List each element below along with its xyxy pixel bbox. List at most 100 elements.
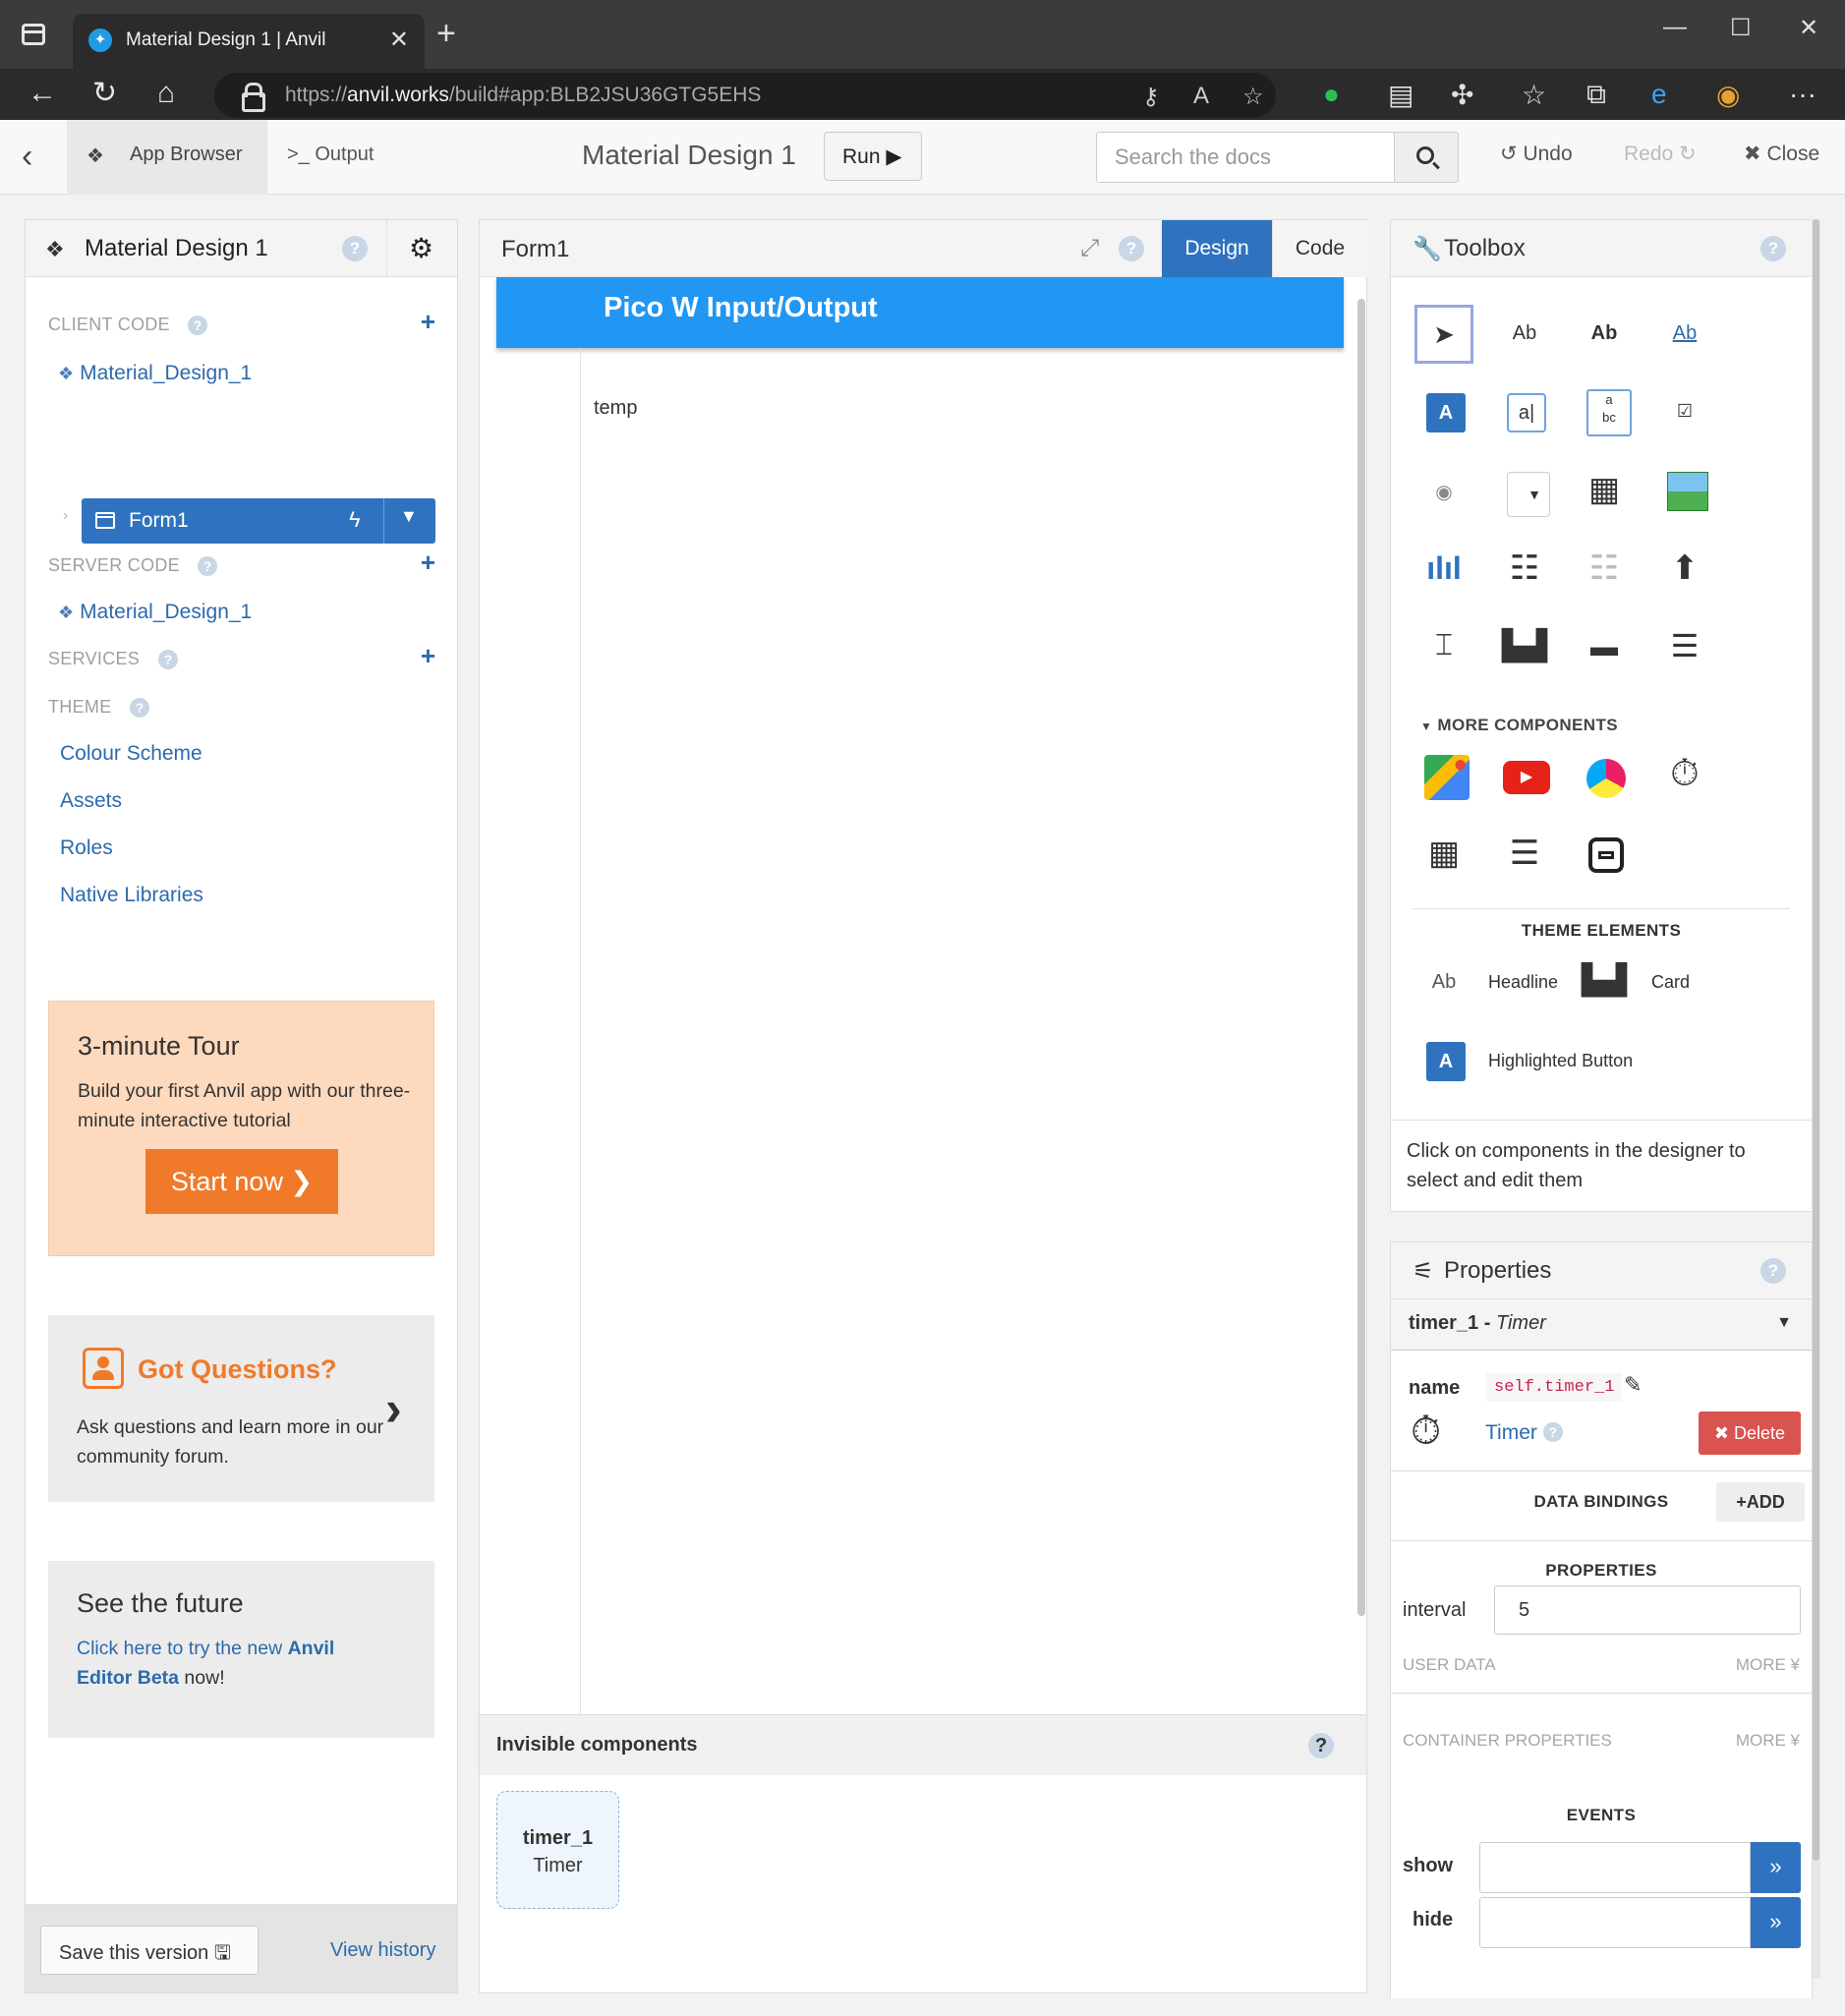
- highlighted-button-label[interactable]: Highlighted Button: [1488, 1051, 1633, 1071]
- add-binding-button[interactable]: +ADD: [1716, 1482, 1805, 1522]
- canvas-tool[interactable]: [1575, 747, 1634, 806]
- close-button[interactable]: ✖ Close: [1744, 142, 1819, 166]
- expand-chevron-icon[interactable]: ›: [63, 507, 68, 525]
- timer-doc-link[interactable]: Timer ?: [1485, 1421, 1563, 1445]
- view-history-link[interactable]: View history: [330, 1939, 435, 1962]
- expand-icon[interactable]: ⤢: [1080, 235, 1099, 262]
- minimize-icon[interactable]: —: [1663, 14, 1687, 41]
- card-label[interactable]: Card: [1651, 972, 1690, 993]
- chevron-down-icon[interactable]: ▼: [1776, 1314, 1792, 1332]
- theme-native-libraries-link[interactable]: Native Libraries: [60, 884, 203, 907]
- interval-input[interactable]: 5: [1494, 1585, 1801, 1635]
- home-icon[interactable]: ⌂: [157, 77, 175, 110]
- right-scrollbar[interactable]: [1812, 219, 1820, 1979]
- url-field[interactable]: https://anvil.works/build#app:BLB2JSU36G…: [214, 73, 1276, 118]
- client-module-item[interactable]: ❖ Material_Design_1: [58, 362, 252, 385]
- delete-button[interactable]: ✖ Delete: [1699, 1411, 1801, 1455]
- sidebar-item-form1[interactable]: Form1 ϟ ▼: [82, 498, 435, 544]
- repeating-panel-tool[interactable]: ☷: [1575, 541, 1634, 600]
- help-icon[interactable]: ?: [1760, 1258, 1786, 1284]
- edge-icon[interactable]: e: [1651, 79, 1667, 110]
- redo-button[interactable]: Redo ↻: [1624, 142, 1697, 166]
- hide-event-go-button[interactable]: »: [1751, 1897, 1801, 1948]
- help-icon[interactable]: ?: [1760, 236, 1786, 261]
- show-event-input[interactable]: [1479, 1842, 1751, 1893]
- tab-code[interactable]: Code: [1272, 220, 1367, 277]
- xypanel-tool[interactable]: ▦: [1414, 826, 1473, 885]
- settings-button[interactable]: ⚙: [386, 220, 457, 277]
- gridpanel-tool[interactable]: ▙▟: [1495, 619, 1554, 678]
- designer-scrollbar[interactable]: [1357, 299, 1365, 1616]
- add-service-button[interactable]: +: [421, 641, 435, 671]
- theme-assets-link[interactable]: Assets: [60, 789, 122, 813]
- highlighted-button-tool[interactable]: A: [1414, 1032, 1473, 1091]
- tab-design[interactable]: Design: [1162, 220, 1272, 277]
- theme-colour-scheme-link[interactable]: Colour Scheme: [60, 742, 202, 766]
- spacer-tool[interactable]: ⌶: [1414, 619, 1473, 678]
- reader-icon[interactable]: ▤: [1388, 79, 1413, 111]
- back-icon[interactable]: ←: [28, 77, 57, 110]
- close-tab-icon[interactable]: ✕: [389, 26, 409, 54]
- help-icon[interactable]: ?: [198, 556, 217, 576]
- image-tool[interactable]: [1655, 462, 1714, 521]
- textarea-tool[interactable]: a bc: [1575, 383, 1634, 442]
- beta-link[interactable]: Click here to try the new Anvil Editor B…: [77, 1634, 391, 1693]
- theme-roles-link[interactable]: Roles: [60, 836, 113, 860]
- link-tool[interactable]: Ab: [1655, 305, 1714, 364]
- scrollbar-thumb[interactable]: [1813, 219, 1819, 1861]
- help-icon[interactable]: ?: [188, 316, 207, 335]
- bold-label-tool[interactable]: Ab: [1575, 305, 1634, 364]
- browser-tab[interactable]: ✦ Material Design 1 | Anvil ✕: [73, 14, 425, 69]
- datepicker-tool[interactable]: ▦: [1575, 462, 1634, 521]
- help-icon[interactable]: ?: [130, 698, 149, 718]
- rich-text-tool[interactable]: [1575, 826, 1634, 885]
- user-data-more[interactable]: MORE ¥: [1736, 1655, 1800, 1675]
- google-map-tool[interactable]: ●: [1414, 747, 1473, 806]
- server-module-item[interactable]: ❖ Material_Design_1: [58, 601, 252, 624]
- refresh-icon[interactable]: ↻: [92, 77, 117, 110]
- button-tool[interactable]: A: [1414, 383, 1473, 442]
- columnpanel-tool[interactable]: ☰: [1655, 619, 1714, 678]
- component-selector[interactable]: timer_1 - Timer ▼: [1391, 1299, 1812, 1351]
- help-icon[interactable]: ?: [1119, 236, 1144, 261]
- headline-tool[interactable]: Ab: [1414, 953, 1473, 1012]
- run-button[interactable]: Run ▶: [824, 132, 922, 181]
- chevron-right-icon[interactable]: ›: [385, 1380, 402, 1437]
- read-aloud-icon[interactable]: A: [1193, 83, 1209, 110]
- favorites-icon[interactable]: ☆: [1522, 79, 1546, 111]
- maximize-icon[interactable]: ☐: [1730, 14, 1752, 42]
- show-event-go-button[interactable]: »: [1751, 1842, 1801, 1893]
- plot-tool[interactable]: ılıl: [1414, 541, 1473, 600]
- textbox-tool[interactable]: a|: [1495, 383, 1554, 442]
- add-client-code-button[interactable]: +: [421, 307, 435, 337]
- checkbox-tool[interactable]: ☑: [1655, 383, 1714, 442]
- more-components-toggle[interactable]: ▼ MORE COMPONENTS: [1420, 716, 1618, 735]
- flowpanel-tool[interactable]: ▬: [1575, 619, 1634, 678]
- undo-button[interactable]: ↺ Undo: [1500, 142, 1573, 166]
- search-button[interactable]: [1394, 132, 1459, 183]
- start-tour-button[interactable]: Start now ❯: [145, 1149, 338, 1214]
- lock-icon[interactable]: [242, 83, 265, 112]
- youtube-tool[interactable]: ▶: [1495, 747, 1554, 806]
- pencil-icon[interactable]: ✎: [1624, 1372, 1642, 1398]
- radio-tool[interactable]: ◉: [1414, 462, 1473, 521]
- output-button[interactable]: >_ Output: [287, 144, 374, 166]
- more-menu-icon[interactable]: ···: [1789, 79, 1816, 110]
- bolt-icon[interactable]: ϟ: [349, 507, 361, 533]
- fileloader-tool[interactable]: ⬆: [1655, 541, 1714, 600]
- window-menu-icon[interactable]: [22, 24, 45, 45]
- chevron-down-icon[interactable]: ▼: [400, 506, 418, 527]
- pointer-tool[interactable]: ➤: [1414, 305, 1473, 364]
- help-icon[interactable]: ?: [1308, 1733, 1334, 1758]
- new-tab-icon[interactable]: +: [436, 17, 456, 50]
- evernote-icon[interactable]: ●: [1323, 79, 1340, 110]
- design-canvas[interactable]: Pico W Input/Output temp: [496, 277, 1344, 1777]
- questions-card[interactable]: Got Questions? Ask questions and learn m…: [48, 1315, 434, 1502]
- profile-avatar-icon[interactable]: ◉: [1716, 79, 1740, 111]
- linearpanel-tool[interactable]: ☰: [1495, 826, 1554, 885]
- save-version-button[interactable]: Save this version 🖫: [40, 1926, 259, 1975]
- app-browser-button[interactable]: ❖ App Browser: [67, 120, 267, 195]
- card-tool[interactable]: ▙▟: [1575, 953, 1634, 1012]
- favorite-add-icon[interactable]: ☆: [1242, 83, 1264, 111]
- timer-component[interactable]: timer_1 Timer: [496, 1791, 619, 1909]
